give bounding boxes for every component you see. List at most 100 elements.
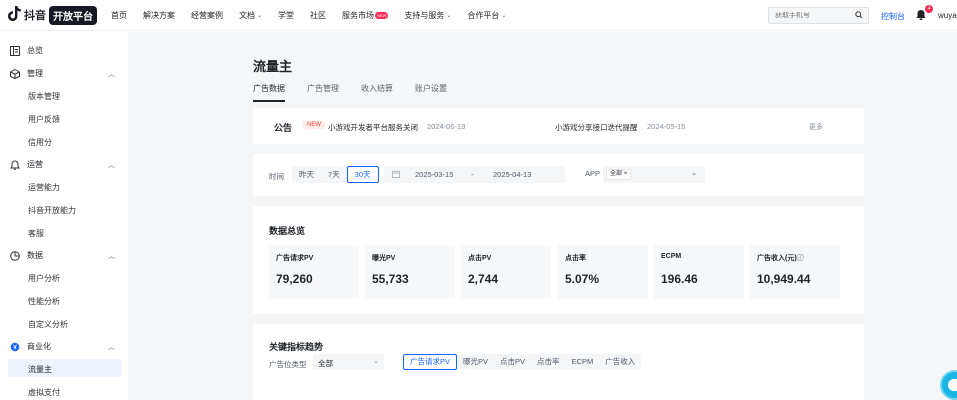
notification-count: 4	[925, 5, 933, 13]
user-name[interactable]: wuya	[938, 11, 957, 20]
nav-label: 支持与服务	[404, 10, 445, 20]
app-tag-label: 全部	[610, 171, 623, 177]
sidebar-item-user-analysis[interactable]: 用户分析	[28, 273, 60, 284]
yuan-icon	[10, 342, 20, 351]
more-link[interactable]: 更多	[809, 122, 823, 132]
tab-ad-data[interactable]: 广告数据	[253, 83, 285, 102]
notice-title: 公告	[274, 123, 293, 133]
chevron-up-icon: ︿	[108, 343, 115, 351]
nav-support[interactable]: 支持与服务 ⌄	[404, 10, 451, 21]
range-30d[interactable]: 30天	[346, 166, 379, 183]
tab-settlement[interactable]: 收入结算	[361, 83, 393, 102]
console-link[interactable]: 控制台	[881, 11, 905, 22]
notice-item[interactable]: 小游戏分享接口迭代提醒	[555, 122, 638, 133]
sidebar-group-manage[interactable]: 管理 ︿	[10, 68, 120, 79]
chevron-down-icon: ⌄	[501, 12, 507, 19]
search-icon[interactable]	[855, 11, 863, 19]
page-tabs: 广告数据 广告管理 收入结算 账户设置	[253, 83, 469, 102]
sidebar: 总览 管理 ︿ 版本管理 用户反馈 信用分 运营 ︿ 运营能力 抖音开放能力 客…	[0, 32, 128, 400]
tab-ad-manage[interactable]: 广告管理	[307, 83, 339, 102]
trend-metric-segment: 广告请求PV 曝光PV 点击PV 点击率 ECPM 广告收入	[403, 354, 642, 370]
filter-card: 时间 昨天 7天 30天 2025-03-15 - 2025-04-13 APP…	[253, 154, 864, 196]
metric-card: 点击率 5.07%	[558, 245, 648, 299]
main-content: 流量主 广告数据 广告管理 收入结算 账户设置 公告 NEW 小游戏开发者平台服…	[128, 32, 957, 400]
date-range-picker[interactable]: 2025-03-15 - 2025-04-13	[384, 166, 565, 183]
douyin-icon	[8, 5, 22, 25]
sidebar-group-data[interactable]: 数据 ︿	[10, 250, 120, 261]
nav-home[interactable]: 首页	[111, 10, 127, 21]
chevron-up-icon: ︿	[108, 161, 115, 169]
time-label: 时间	[269, 172, 284, 181]
metric-card: 广告请求PV 79,260	[269, 245, 359, 299]
start-date: 2025-03-15	[415, 170, 454, 179]
sidebar-item-overview[interactable]: 总览	[10, 45, 120, 56]
nav-label: 文档	[239, 10, 255, 20]
position-type-select[interactable]: 全部 ⌄	[313, 354, 384, 370]
overview-title: 数据总览	[269, 226, 306, 236]
trend-metric-request-pv[interactable]: 广告请求PV	[403, 354, 458, 370]
nav-docs[interactable]: 文档 ⌄	[239, 10, 262, 21]
sidebar-label: 运营	[27, 160, 43, 169]
cube-icon	[10, 68, 20, 79]
position-type-value: 全部	[318, 359, 333, 368]
chevron-down-icon: ⌄	[257, 12, 263, 19]
sidebar-item-feedback[interactable]: 用户反馈	[28, 114, 60, 125]
trend-metric-click-pv[interactable]: 点击PV	[494, 354, 531, 370]
tab-account-settings[interactable]: 账户设置	[415, 83, 447, 102]
page-title: 流量主	[253, 59, 293, 74]
calendar-icon	[392, 170, 400, 178]
sidebar-item-perf-analysis[interactable]: 性能分析	[28, 296, 60, 307]
nav-label: 解决方案	[143, 10, 175, 20]
bell-outline-icon	[10, 159, 20, 170]
app-select[interactable]: 全部 × ⌄	[603, 166, 705, 183]
chevron-up-icon: ︿	[108, 70, 115, 78]
new-badge: NEW	[375, 11, 389, 19]
notice-date: 2024-05-15	[647, 122, 686, 131]
metric-value: 55,733	[372, 272, 409, 286]
sidebar-item-traffic-master[interactable]: 流量主	[28, 364, 52, 375]
metric-card: 广告收入(元)ⓘ 10,949.44	[750, 245, 840, 299]
trend-metric-ecpm[interactable]: ECPM	[566, 354, 600, 370]
metric-label: 点击PV	[468, 255, 492, 262]
nav-partners[interactable]: 合作平台 ⌄	[467, 10, 506, 21]
info-icon[interactable]: ⓘ	[797, 255, 804, 262]
trend-metric-ctr[interactable]: 点击率	[531, 354, 566, 370]
nav-solutions[interactable]: 解决方案	[143, 10, 175, 21]
sidebar-item-version[interactable]: 版本管理	[28, 91, 60, 102]
trend-metric-exposure-pv[interactable]: 曝光PV	[457, 354, 494, 370]
sidebar-label: 商业化	[27, 342, 51, 351]
overview-card: 数据总览 广告请求PV 79,260 曝光PV 55,733 点击PV 2,74…	[253, 206, 864, 314]
sidebar-item-virtual-pay[interactable]: 虚拟支付	[28, 387, 60, 398]
sidebar-item-open-ability[interactable]: 抖音开放能力	[28, 205, 76, 216]
nav-community[interactable]: 社区	[310, 10, 326, 21]
sidebar-item-custom-analysis[interactable]: 自定义分析	[28, 319, 68, 330]
sidebar-active-highlight	[8, 359, 122, 377]
date-separator: -	[471, 170, 474, 179]
chevron-down-icon: ⌄	[373, 358, 379, 365]
sidebar-item-credit[interactable]: 信用分	[28, 137, 52, 148]
brand-logo[interactable]: 抖音 开放平台	[8, 5, 97, 25]
search-input[interactable]	[769, 12, 849, 19]
range-yesterday[interactable]: 昨天	[292, 166, 321, 183]
metric-label: 曝光PV	[372, 255, 396, 262]
metric-label: 广告收入(元)ⓘ	[757, 253, 804, 263]
sidebar-label: 管理	[27, 69, 43, 78]
metric-value: 10,949.44	[757, 272, 811, 286]
nav-label: 合作平台	[467, 10, 500, 20]
sidebar-group-operate[interactable]: 运营 ︿	[10, 159, 120, 170]
nav-label: 首页	[111, 10, 127, 20]
metric-value: 2,744	[468, 272, 499, 286]
sidebar-group-monetize[interactable]: 商业化 ︿	[10, 341, 120, 352]
app-tag: 全部 ×	[606, 169, 632, 180]
range-7d[interactable]: 7天	[321, 166, 347, 183]
notice-item[interactable]: 小游戏开发者平台服务关闭	[328, 122, 418, 133]
metric-value: 79,260	[276, 272, 313, 286]
nav-academy[interactable]: 学堂	[278, 10, 294, 21]
sidebar-label: 总览	[27, 46, 43, 55]
nav-market[interactable]: 服务市场 NEW	[342, 10, 389, 21]
sidebar-item-customer-service[interactable]: 客服	[28, 228, 44, 239]
trend-metric-revenue[interactable]: 广告收入	[599, 354, 641, 370]
nav-cases[interactable]: 经营案例	[191, 10, 223, 21]
sidebar-item-operate-ability[interactable]: 运营能力	[28, 182, 60, 193]
close-icon[interactable]: ×	[624, 171, 628, 177]
